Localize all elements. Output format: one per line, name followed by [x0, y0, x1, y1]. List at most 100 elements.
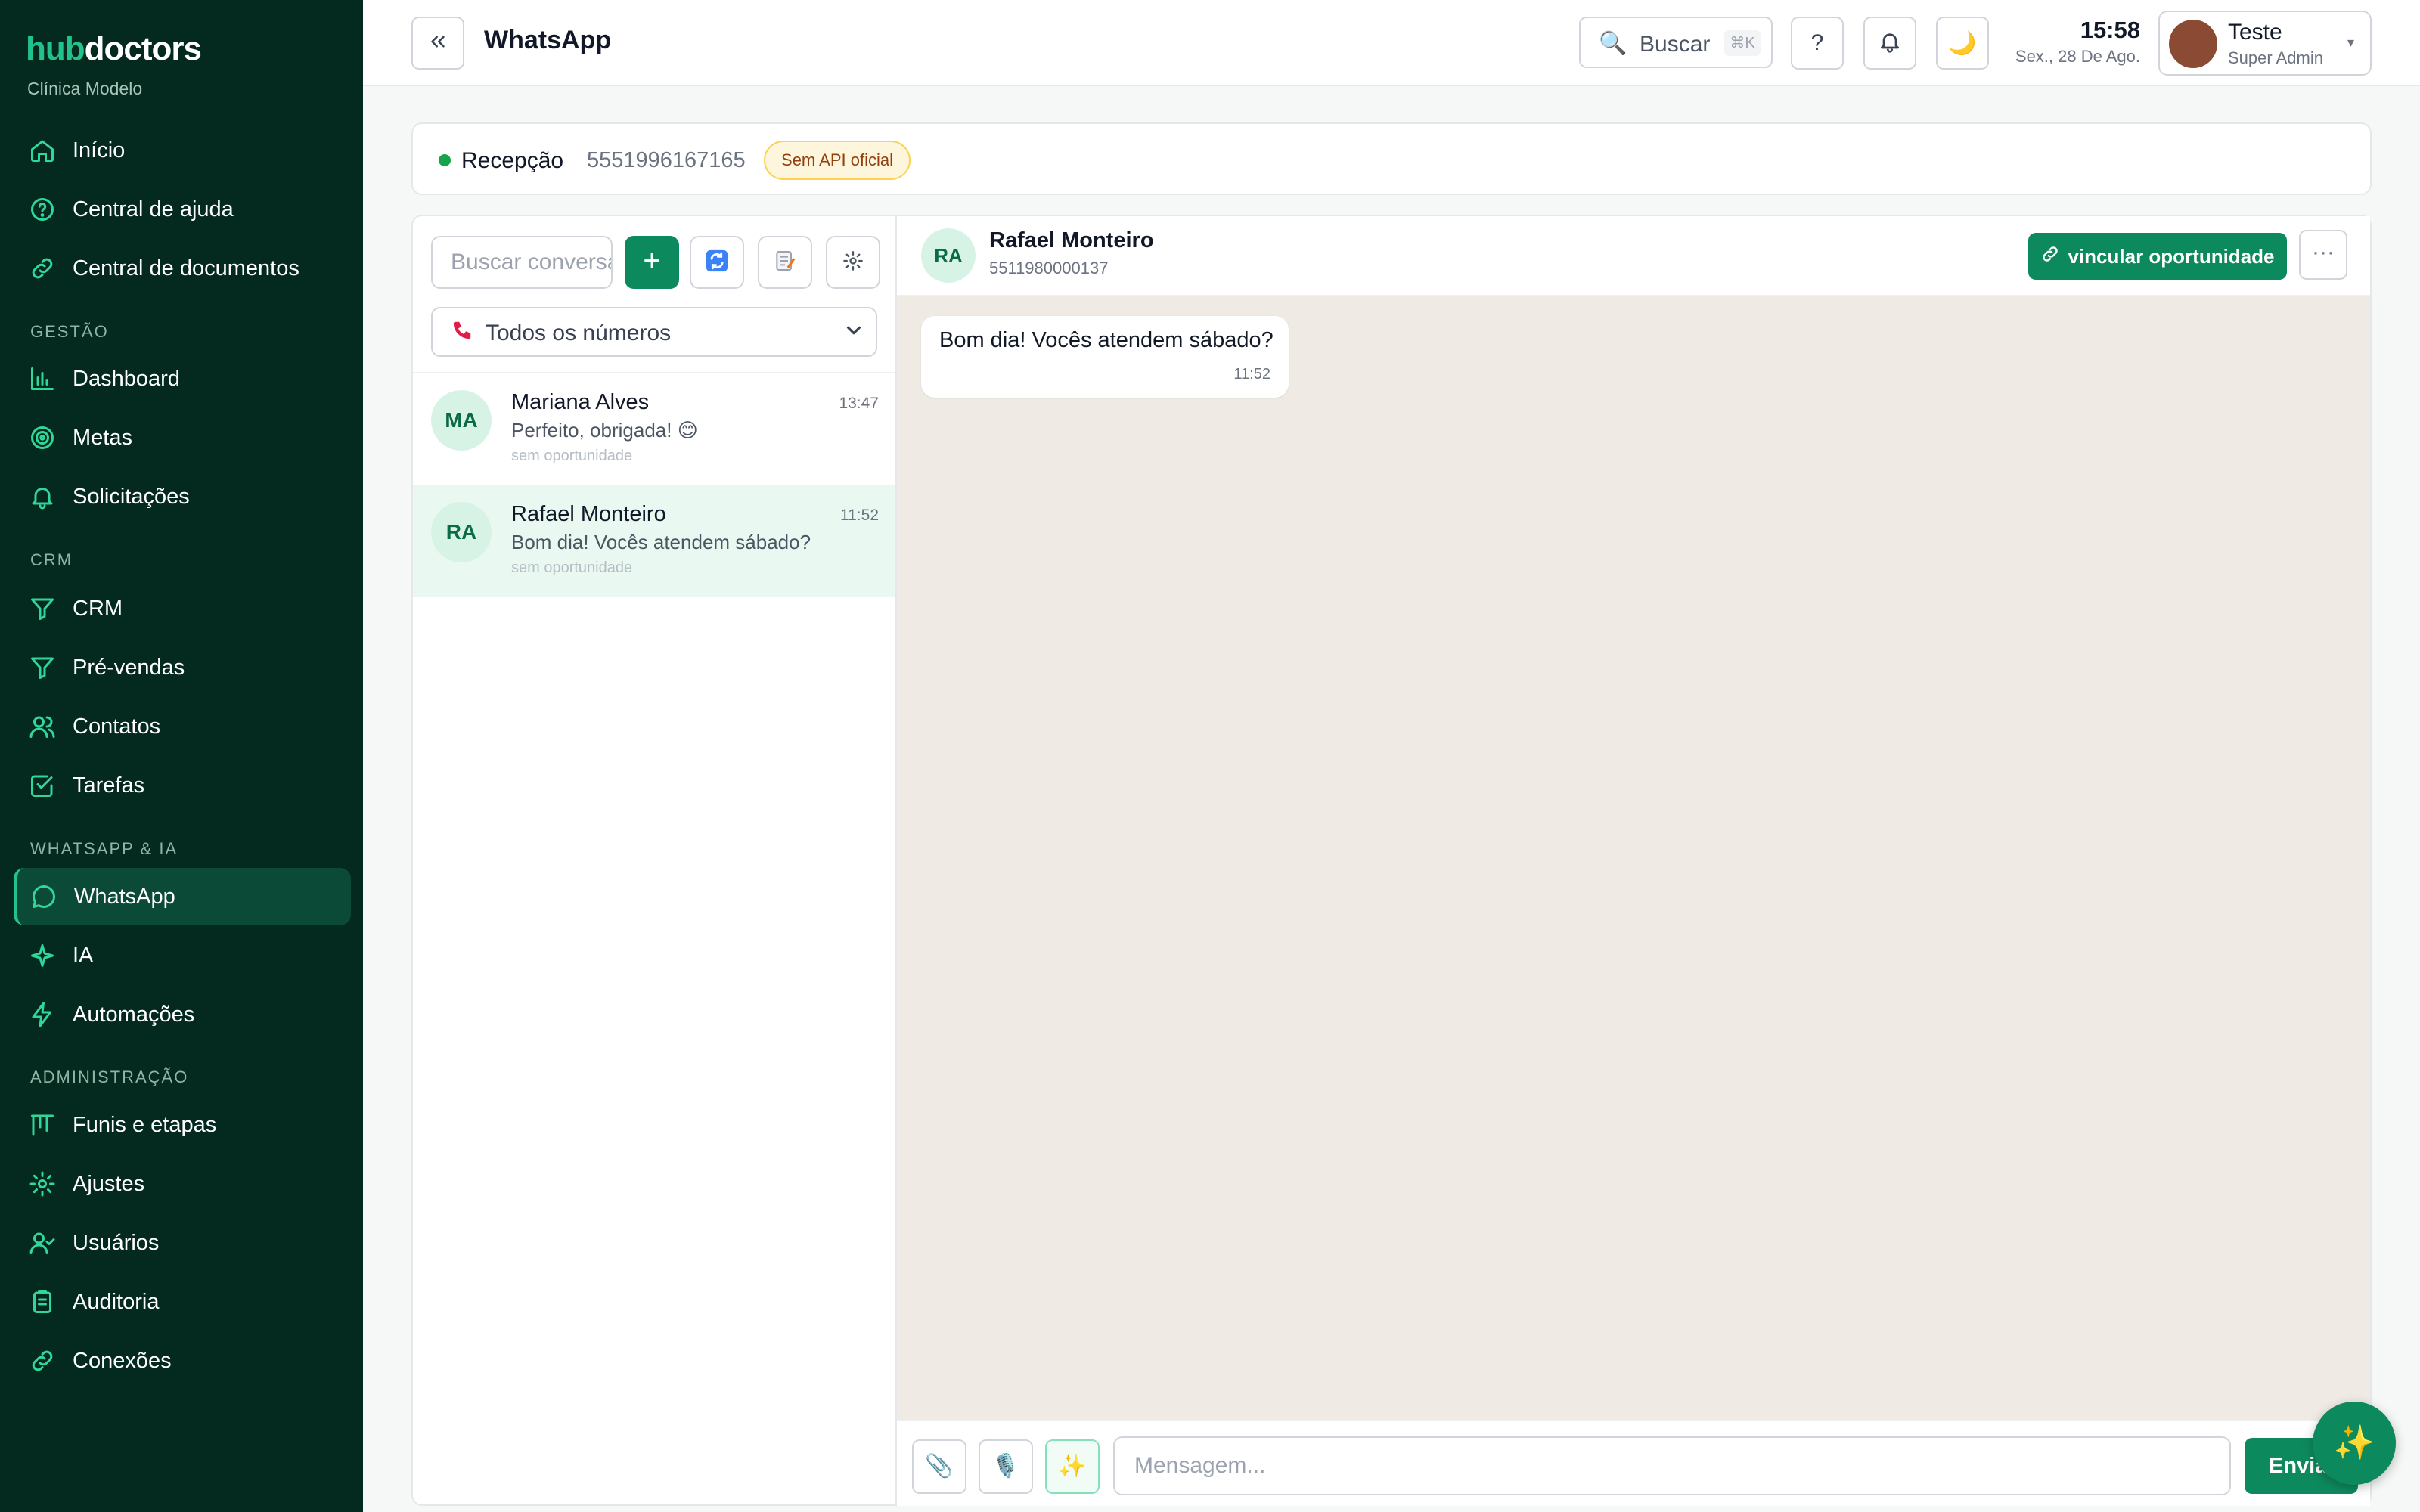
top-bar: WhatsApp 🔍 Buscar ⌘K ? 🌙 15:58 Sex., 28 …	[363, 0, 2420, 86]
sidebar-item-inicio[interactable]: Início	[14, 122, 351, 179]
sidebar-item-contatos[interactable]: Contatos	[14, 698, 351, 755]
sidebar-item-metas[interactable]: Metas	[14, 409, 351, 466]
moon-icon: 🌙	[1948, 30, 1977, 56]
microphone-icon: 🎙️	[991, 1454, 1020, 1479]
notifications-button[interactable]	[1863, 17, 1916, 70]
sidebar-item-crm[interactable]: CRM	[14, 580, 351, 637]
sidebar-item-central-de-documentos[interactable]: Central de documentos	[14, 240, 351, 297]
connection-status-dot	[439, 154, 451, 166]
paperclip-icon: 📎	[925, 1454, 954, 1479]
clinic-name: Clínica Modelo	[27, 79, 143, 98]
connection-bar: Recepção 5551996167165 Sem API oficial	[411, 122, 2372, 195]
app-logo[interactable]: hubdoctors	[26, 30, 202, 68]
sidebar-item-label: WhatsApp	[74, 885, 175, 909]
avatar	[2169, 20, 2217, 68]
section-title-administracao: ADMINISTRAÇÃO	[30, 1067, 189, 1086]
connection-number: 5551996167165	[587, 148, 746, 172]
sidebar-item-ajustes[interactable]: Ajustes	[14, 1155, 351, 1213]
user-role: Super Admin	[2228, 48, 2323, 67]
conversation-list-panel: + Todos os números MA Mariana Alves 13:4…	[411, 215, 895, 1506]
contact-name: Rafael Monteiro	[989, 228, 1154, 253]
sidebar-item-label: Auditoria	[73, 1290, 160, 1314]
sidebar-item-automacoes[interactable]: Automações	[14, 986, 351, 1043]
kanban-icon	[29, 1111, 56, 1139]
sidebar-item-solicitacoes[interactable]: Solicitações	[14, 468, 351, 525]
global-search-label: Buscar	[1640, 32, 1711, 57]
bar-chart-icon	[29, 365, 56, 392]
sidebar-item-central-de-ajuda[interactable]: Central de ajuda	[14, 181, 351, 238]
new-conversation-button[interactable]: +	[625, 236, 679, 289]
ai-assist-button[interactable]: ✨	[1045, 1439, 1100, 1494]
sidebar-item-label: Usuários	[73, 1231, 160, 1255]
sidebar-item-label: Central de ajuda	[73, 197, 234, 222]
filter-icon	[29, 654, 56, 681]
user-menu[interactable]: Teste Super Admin ▾	[2158, 11, 2372, 76]
sidebar-item-tarefas[interactable]: Tarefas	[14, 757, 351, 814]
sidebar-item-label: Pré-vendas	[73, 655, 185, 680]
conversation-time: 13:47	[839, 395, 879, 412]
phone-icon	[451, 319, 473, 348]
conversation-preview: Bom dia! Vocês atendem sábado?	[511, 531, 811, 553]
refresh-button[interactable]	[690, 236, 744, 289]
gear-icon	[842, 250, 864, 275]
collapse-sidebar-button[interactable]	[411, 17, 464, 70]
conversation-item[interactable]: MA Mariana Alves 13:47 Perfeito, obrigad…	[413, 373, 895, 485]
page-title: WhatsApp	[484, 26, 612, 54]
status-badge: Sem API oficial	[764, 141, 911, 180]
templates-button[interactable]	[758, 236, 812, 289]
message-input-wrapper[interactable]	[1113, 1436, 2231, 1495]
global-search-button[interactable]: 🔍 Buscar ⌘K	[1579, 17, 1773, 68]
conversation-search-input[interactable]	[433, 237, 611, 287]
link-icon	[2040, 244, 2060, 269]
attach-button[interactable]: 📎	[912, 1439, 966, 1494]
voice-record-button[interactable]: 🎙️	[979, 1439, 1033, 1494]
chat-panel: RA Rafael Monteiro 5511980000137 vincula…	[895, 215, 2372, 1506]
link-icon	[29, 255, 56, 282]
chevrons-left-icon	[427, 30, 449, 57]
conversation-search[interactable]	[431, 236, 613, 289]
floating-ai-assistant-button[interactable]: ✨	[2313, 1402, 2396, 1485]
search-shortcut: ⌘K	[1724, 30, 1761, 56]
sidebar-item-auditoria[interactable]: Auditoria	[14, 1273, 351, 1331]
sidebar-item-usuarios[interactable]: Usuários	[14, 1214, 351, 1272]
more-options-button[interactable]: ···	[2299, 230, 2347, 280]
sidebar-item-label: Metas	[73, 426, 132, 450]
conversation-name: Mariana Alves	[511, 390, 650, 414]
conversation-opportunity: sem oportunidade	[511, 448, 633, 464]
sidebar-item-ia[interactable]: IA	[14, 927, 351, 984]
sidebar-item-whatsapp[interactable]: WhatsApp	[14, 868, 351, 925]
link-opportunity-button[interactable]: vincular oportunidade	[2028, 233, 2287, 280]
message-input[interactable]	[1115, 1438, 2229, 1494]
message-composer: 📎 🎙️ ✨ Enviar	[897, 1420, 2370, 1506]
sidebar-item-label: Ajustes	[73, 1172, 145, 1196]
chat-header: RA Rafael Monteiro 5511980000137 vincula…	[897, 216, 2370, 296]
contact-phone: 5511980000137	[989, 259, 1109, 277]
theme-toggle-button[interactable]: 🌙	[1936, 17, 1989, 70]
target-icon	[29, 424, 56, 451]
sidebar: hubdoctors Clínica Modelo Início Central…	[0, 0, 363, 1512]
conversation-preview: Perfeito, obrigada! 😊	[511, 419, 698, 442]
sidebar-item-conexoes[interactable]: Conexões	[14, 1332, 351, 1390]
refresh-icon	[704, 248, 730, 277]
message-time: 11:52	[1233, 366, 1270, 383]
section-title-crm: CRM	[30, 550, 73, 569]
memo-icon	[773, 249, 797, 277]
sidebar-item-dashboard[interactable]: Dashboard	[14, 350, 351, 407]
number-filter-value: Todos os números	[486, 321, 672, 345]
conversation-item-selected[interactable]: RA Rafael Monteiro 11:52 Bom dia! Vocês …	[413, 485, 895, 597]
list-settings-button[interactable]	[826, 236, 880, 289]
sidebar-item-label: Contatos	[73, 714, 161, 739]
avatar: RA	[431, 502, 492, 562]
clock-time: 15:58	[2080, 17, 2140, 43]
sidebar-item-pre-vendas[interactable]: Pré-vendas	[14, 639, 351, 696]
sidebar-item-label: Solicitações	[73, 485, 190, 509]
sidebar-item-label: IA	[73, 943, 94, 968]
number-filter-select[interactable]: Todos os números	[431, 307, 877, 357]
logo-text-doctors: doctors	[84, 30, 202, 67]
user-check-icon	[29, 1229, 56, 1256]
help-button[interactable]: ?	[1791, 17, 1844, 70]
connection-name: Recepção	[461, 148, 564, 173]
sidebar-item-funis-e-etapas[interactable]: Funis e etapas	[14, 1096, 351, 1154]
link-icon	[29, 1347, 56, 1374]
check-square-icon	[29, 772, 56, 799]
